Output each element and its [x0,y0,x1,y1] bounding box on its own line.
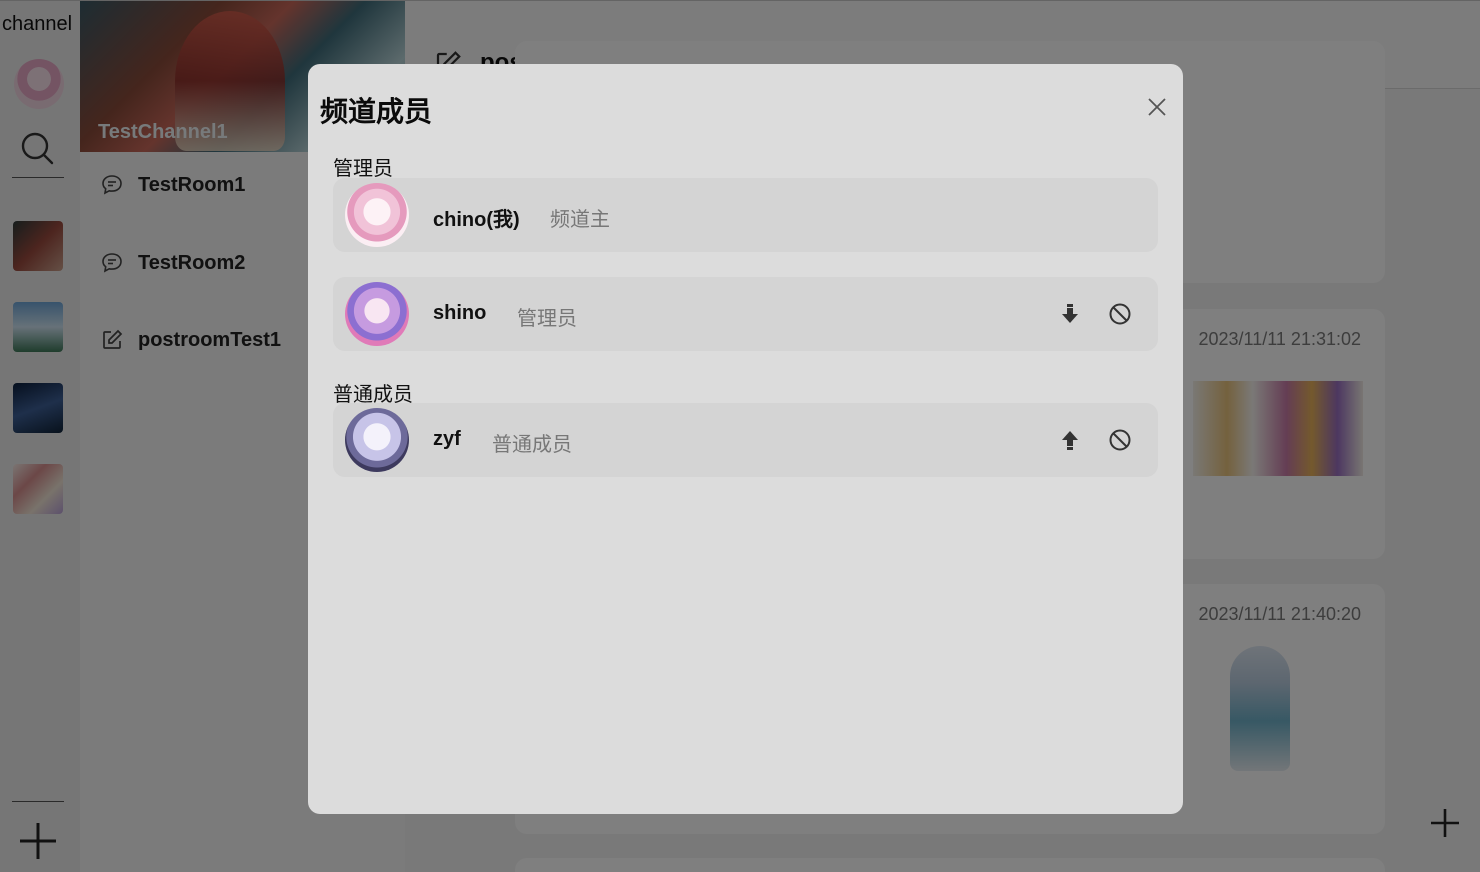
dialog-title: 频道成员 [320,96,433,127]
member-name: shino [433,302,487,324]
member-name: chino(我) [433,209,520,231]
avatar[interactable] [345,183,409,247]
member-role: 普通成员 [492,434,572,456]
member-role: 频道主 [550,209,610,231]
avatar[interactable] [345,282,409,346]
member-row-admin: shino 管理员 [333,277,1158,351]
section-label-admins: 管理员 [333,158,393,180]
member-row-regular: zyf 普通成员 [333,403,1158,477]
arrow-up-icon[interactable] [1058,428,1082,452]
close-icon[interactable] [1146,96,1168,118]
member-row-owner: chino(我) 频道主 [333,178,1158,252]
ban-icon[interactable] [1108,428,1132,452]
avatar[interactable] [345,408,409,472]
arrow-down-icon[interactable] [1058,302,1082,326]
member-role: 管理员 [517,308,577,330]
ban-icon[interactable] [1108,302,1132,326]
member-name: zyf [433,428,461,450]
members-dialog: 频道成员 管理员 chino(我) 频道主 shino 管理员 普通成员 zyf… [308,64,1183,814]
